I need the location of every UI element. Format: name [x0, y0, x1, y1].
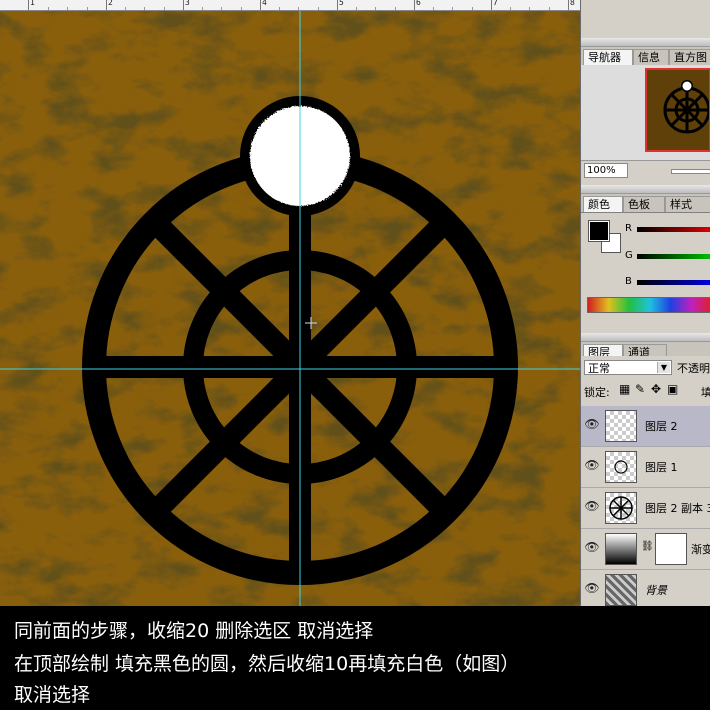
palette-dock: 导航器 信息 直方图 100% 颜色 色板 样式 R G B 图层 通道 正常 … [580, 0, 710, 606]
eye-icon[interactable]: 👁 [584, 457, 600, 473]
caption-line: 在顶部绘制 填充黑色的圆，然后收缩10再填充白色（如图） [14, 653, 520, 675]
color-tabs: 颜色 色板 样式 [581, 194, 710, 213]
layer-name: 渐变 [691, 543, 710, 556]
green-slider[interactable] [637, 254, 710, 259]
layer-mask-thumbnail[interactable] [655, 533, 687, 565]
navigator-zoom-row: 100% [581, 160, 710, 179]
ruler-mark: 4 [262, 0, 267, 7]
ruler-mark: 3 [185, 0, 190, 7]
layer-thumbnail [605, 574, 637, 606]
color-body: R G B [581, 213, 710, 317]
zoom-input[interactable]: 100% [584, 163, 628, 178]
foreground-color-swatch[interactable] [588, 220, 610, 242]
chain-link-icon: ⛓ [641, 541, 654, 552]
layer-name: 图层 1 [645, 461, 678, 474]
layer-row[interactable]: 👁 图层 2 副本 3 [581, 488, 710, 529]
ruler-mark: 6 [416, 0, 421, 7]
color-titlebar[interactable] [581, 185, 710, 194]
zoom-slider[interactable] [671, 169, 710, 174]
ruler-mark: 7 [493, 0, 498, 7]
layer-row[interactable]: 👁 ⛓ 渐变 [581, 529, 710, 570]
ruler-mark: 8 [570, 0, 575, 7]
tab-color[interactable]: 颜色 [583, 196, 623, 212]
ruler-mark: 5 [339, 0, 344, 7]
caption-line: 同前面的步骤，收缩20 删除选区 取消选择 [14, 620, 374, 642]
eye-icon[interactable]: 👁 [584, 416, 600, 432]
tab-histogram[interactable]: 直方图 [669, 49, 710, 65]
document-canvas[interactable] [0, 11, 580, 606]
channel-label-b: B [625, 276, 632, 287]
lock-paint-icon[interactable]: ✎ [635, 382, 645, 396]
tab-swatches[interactable]: 色板 [623, 196, 665, 212]
lock-label: 锁定: [584, 386, 610, 399]
blue-slider[interactable] [637, 280, 710, 285]
navigator-preview-image [647, 70, 709, 150]
channel-label-r: R [625, 223, 632, 234]
caption-line: 取消选择 [14, 684, 91, 706]
color-spectrum[interactable] [587, 297, 710, 313]
layers-titlebar[interactable] [581, 333, 710, 342]
tab-info[interactable]: 信息 [633, 49, 669, 65]
red-slider[interactable] [637, 227, 710, 232]
blend-mode-select[interactable]: 正常 ▼ [584, 360, 672, 375]
fill-label: 填 [701, 384, 710, 400]
layer-thumbnail [605, 533, 637, 565]
tab-styles[interactable]: 样式 [665, 196, 710, 212]
top-ruler: 1 2 3 4 5 6 7 8 [0, 0, 580, 11]
navigator-tabs: 导航器 信息 直方图 [581, 47, 710, 66]
layer-row[interactable]: 👁 图层 2 [581, 406, 710, 447]
layer-name: 图层 2 副本 3 [645, 502, 710, 515]
layer-thumbnail [605, 492, 637, 524]
layer-name: 图层 2 [645, 420, 678, 433]
lock-all-icon[interactable]: ▣ [667, 382, 678, 396]
chevron-down-icon: ▼ [657, 362, 670, 373]
eye-icon[interactable]: 👁 [584, 539, 600, 555]
blend-mode-value: 正常 [588, 362, 610, 375]
navigator-preview[interactable] [645, 68, 710, 152]
caption-area: 同前面的步骤，收缩20 删除选区 取消选择 在顶部绘制 填充黑色的圆，然后收缩1… [0, 606, 710, 710]
eye-icon[interactable]: 👁 [584, 498, 600, 514]
layer-thumbnail [605, 451, 637, 483]
layer-name: 背景 [645, 584, 667, 597]
layer-row[interactable]: 👁 背景 [581, 570, 710, 606]
lock-row: 锁定: ▦ ✎ ✥ ▣ 填 [581, 380, 710, 400]
layer-thumbnail [605, 410, 637, 442]
layer-row[interactable]: 👁 图层 1 [581, 447, 710, 488]
tab-navigator[interactable]: 导航器 [583, 49, 633, 65]
canvas-artwork [0, 11, 580, 606]
channel-label-g: G [625, 250, 633, 261]
lock-transparency-icon[interactable]: ▦ [619, 382, 630, 396]
layers-body: 正常 ▼ 不透明 锁定: ▦ ✎ ✥ ▣ 填 👁 图层 2 👁 图层 1 👁 [581, 356, 710, 606]
ruler-mark: 1 [30, 0, 35, 7]
ruler-mark: 2 [108, 0, 113, 7]
lock-move-icon[interactable]: ✥ [651, 382, 661, 396]
navigator-titlebar[interactable] [581, 38, 710, 47]
opacity-label: 不透明 [677, 362, 710, 375]
eye-icon[interactable]: 👁 [584, 580, 600, 596]
